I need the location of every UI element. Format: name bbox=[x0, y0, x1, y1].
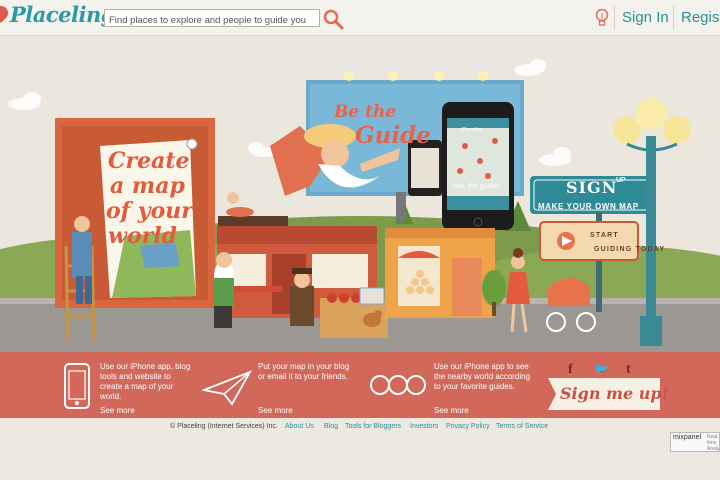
signpost-title-sup: UP bbox=[616, 177, 626, 184]
header-divider bbox=[673, 6, 674, 30]
top-header: Placeling Sign In Regist bbox=[0, 0, 720, 36]
footer-link-blog[interactable]: Blog bbox=[324, 423, 338, 430]
header-divider bbox=[614, 6, 615, 30]
sign-in-link[interactable]: Sign In bbox=[622, 9, 669, 26]
start-guiding-line-1[interactable]: START bbox=[590, 232, 619, 239]
mixpanel-sublabel: Real-time Analytics bbox=[707, 434, 719, 452]
footer-link-terms[interactable]: Terms of Service bbox=[496, 423, 548, 430]
footer-link-tools[interactable]: Tools for Bloggers bbox=[345, 423, 401, 430]
feature-1-text: Use our iPhone app, blog tools and websit… bbox=[100, 362, 191, 401]
phone-brand-text: Placeling bbox=[462, 127, 483, 133]
logo-text: Placeling bbox=[10, 2, 115, 27]
facebook-icon[interactable]: f bbox=[568, 362, 573, 378]
see-more-link-1[interactable]: See more bbox=[100, 406, 135, 415]
billboard-line-1: Create bbox=[108, 148, 190, 174]
tumblr-icon[interactable]: t bbox=[626, 362, 631, 378]
footer-link-about[interactable]: About Us bbox=[285, 423, 314, 430]
phone-icon bbox=[64, 363, 90, 409]
footer-link-privacy[interactable]: Privacy Policy bbox=[446, 423, 490, 430]
signpost-subtitle: MAKE YOUR OWN MAP bbox=[538, 202, 639, 211]
start-guiding-line-2[interactable]: GUIDING TODAY bbox=[594, 246, 665, 253]
billboard-line-2: a map bbox=[110, 173, 185, 199]
billboard-line-4: world bbox=[108, 223, 177, 249]
logo[interactable]: Placeling bbox=[0, 0, 115, 34]
feature-2-text: Put your map in your blog or email it to … bbox=[258, 362, 350, 381]
search-box bbox=[104, 9, 320, 29]
phone-caption: You, the guide! bbox=[452, 183, 499, 190]
register-link[interactable]: Regist bbox=[681, 9, 720, 26]
sign-me-up-label[interactable]: Sign me up! bbox=[560, 384, 669, 403]
see-more-link-2[interactable]: See more bbox=[258, 406, 293, 415]
be-the-text: Be the bbox=[334, 102, 397, 122]
mixpanel-label: mixpanel bbox=[673, 434, 702, 441]
signpost-title[interactable]: SIGN bbox=[566, 178, 617, 197]
search-input[interactable] bbox=[105, 12, 319, 29]
feature-3-text: Use our iPhone app to see the nearby worl… bbox=[434, 362, 531, 391]
binoculars-icon bbox=[370, 375, 426, 395]
see-more-link-3[interactable]: See more bbox=[434, 406, 469, 415]
billboard-line-3: of your bbox=[106, 198, 193, 224]
footer-link-investors[interactable]: Investors bbox=[410, 423, 438, 430]
copyright-text: © Placeling (Internet Services) Inc. bbox=[170, 423, 278, 430]
paper-plane-icon bbox=[202, 370, 252, 406]
twitter-icon[interactable]: 🐦 bbox=[594, 362, 609, 377]
guide-text: Guide bbox=[355, 122, 431, 149]
hero-illustration: Create a map of your world Be the Guide … bbox=[0, 36, 720, 352]
search-button[interactable] bbox=[322, 8, 344, 30]
lightbulb-icon[interactable] bbox=[594, 8, 610, 28]
search-icon bbox=[323, 9, 344, 30]
